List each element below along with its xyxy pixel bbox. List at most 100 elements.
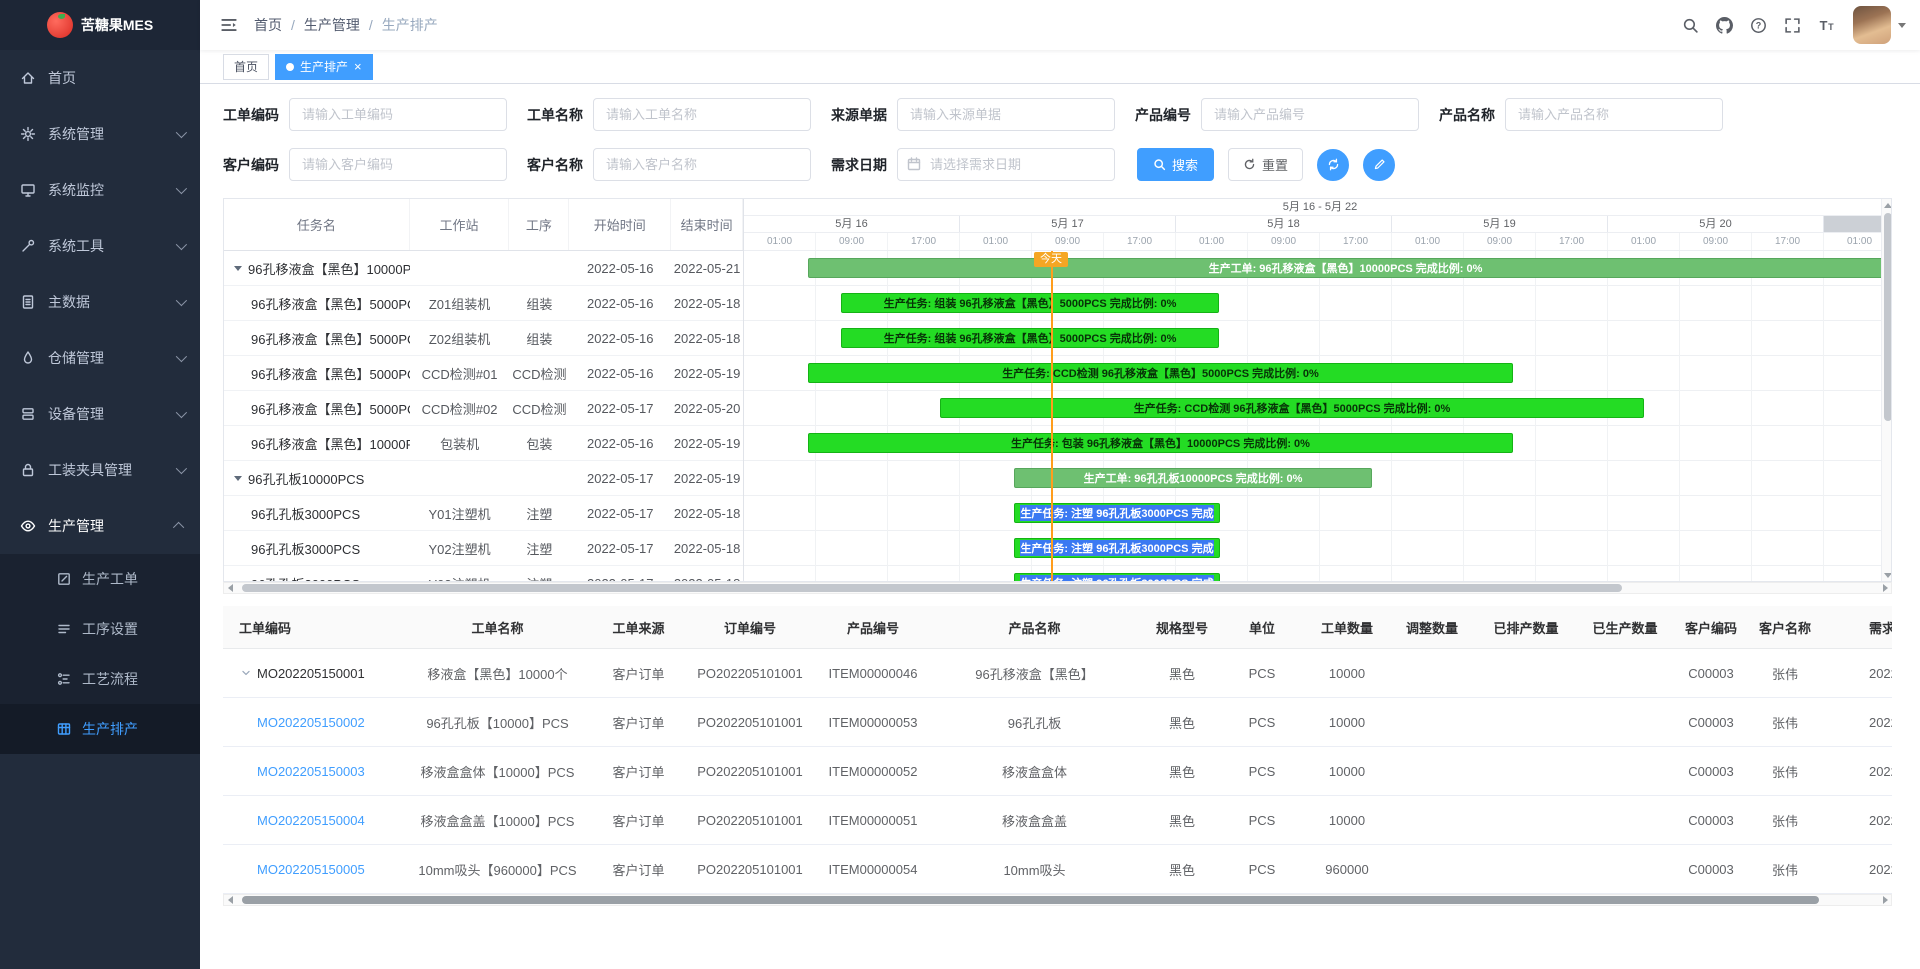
gantt-bar-label: 生产工单: 96孔孔板10000PCS 完成比例: 0% bbox=[1084, 470, 1303, 486]
fullscreen-icon[interactable] bbox=[1777, 10, 1807, 40]
gantt-task-row[interactable]: 96孔移液盒【黑色】10000PCS包装机包装2022-05-162022-05… bbox=[224, 426, 743, 461]
sidebar-item-process-flow[interactable]: 工艺流程 bbox=[0, 654, 200, 704]
gantt-task-bar[interactable]: 生产任务: CCD检测 96孔移液盒【黑色】5000PCS 完成比例: 0% bbox=[808, 363, 1513, 383]
sidebar-item-label: 工装夹具管理 bbox=[48, 460, 164, 480]
work-order-code-input[interactable] bbox=[289, 98, 507, 131]
cell-product: 移液盒盒盖 bbox=[918, 811, 1151, 830]
scroll-thumb[interactable] bbox=[242, 896, 1819, 904]
edit-circle-button[interactable] bbox=[1363, 149, 1395, 181]
scroll-thumb[interactable] bbox=[1884, 213, 1892, 421]
gantt-horizontal-scrollbar[interactable] bbox=[223, 582, 1892, 594]
sidebar-item-warehouse[interactable]: 仓储管理 bbox=[0, 330, 200, 386]
sidebar-item-system-tools[interactable]: 系统工具 bbox=[0, 218, 200, 274]
gantt-time-cell: 01:00 bbox=[1392, 233, 1464, 250]
gantt-task-bar[interactable]: 生产任务: CCD检测 96孔移液盒【黑色】5000PCS 完成比例: 0% bbox=[940, 398, 1644, 418]
expand-triangle-icon[interactable] bbox=[234, 266, 242, 271]
task-workstation: Y03注塑机 bbox=[410, 574, 510, 582]
gantt-project-row[interactable]: 96孔孔板10000PCS2022-05-172022-05-19 bbox=[224, 461, 743, 496]
scroll-left-arrow[interactable] bbox=[224, 582, 236, 594]
filter-field-product-name: 产品名称 bbox=[1439, 98, 1723, 131]
font-size-icon[interactable]: TT bbox=[1811, 10, 1841, 40]
cell-qty: 10000 bbox=[1311, 813, 1383, 828]
product-name-input[interactable] bbox=[1505, 98, 1723, 131]
task-workstation: CCD检测#01 bbox=[410, 364, 510, 383]
gantt-project-row[interactable]: 96孔移液盒【黑色】10000PCS2022-05-162022-05-21 bbox=[224, 251, 743, 286]
user-menu[interactable] bbox=[1853, 6, 1906, 44]
sidebar-item-production[interactable]: 生产管理 bbox=[0, 498, 200, 554]
home-icon bbox=[20, 70, 36, 86]
tab-close-icon[interactable]: × bbox=[354, 60, 362, 73]
gantt-task-bar[interactable]: 生产任务: 组装 96孔移液盒【黑色】5000PCS 完成比例: 0% bbox=[841, 328, 1219, 348]
sidebar-item-process-settings[interactable]: 工序设置 bbox=[0, 604, 200, 654]
table-row[interactable]: MO202205150003移液盒盒体【10000】PCS客户订单PO20220… bbox=[223, 747, 1892, 796]
sidebar-item-master-data[interactable]: 主数据 bbox=[0, 274, 200, 330]
sidebar-item-system-admin[interactable]: 系统管理 bbox=[0, 106, 200, 162]
source-doc-input[interactable] bbox=[897, 98, 1115, 131]
gantt-task-row[interactable]: 96孔孔板3000PCSY03注塑机注塑2022-05-172022-05-18 bbox=[224, 566, 743, 581]
task-end-time: 2022-05-20 bbox=[671, 401, 743, 416]
gantt-task-row[interactable]: 96孔移液盒【黑色】5000PCSCCD检测#02CCD检测2022-05-17… bbox=[224, 391, 743, 426]
scroll-up-arrow[interactable] bbox=[1882, 199, 1892, 211]
table-row[interactable]: MO202205150001移液盒【黑色】10000个客户订单PO2022051… bbox=[223, 649, 1892, 698]
sidebar-item-fixture[interactable]: 工装夹具管理 bbox=[0, 442, 200, 498]
sidebar-item-home[interactable]: 首页 bbox=[0, 50, 200, 106]
customer-name-input[interactable] bbox=[593, 148, 811, 181]
gantt-task-row[interactable]: 96孔孔板3000PCSY01注塑机注塑2022-05-172022-05-18 bbox=[224, 496, 743, 531]
demand-date-input[interactable] bbox=[897, 148, 1115, 181]
scroll-left-arrow[interactable] bbox=[224, 894, 236, 906]
work-order-code-link[interactable]: MO202205150002 bbox=[257, 715, 365, 730]
tab-home[interactable]: 首页 bbox=[223, 54, 269, 80]
page-content: 工单编码工单名称来源单据产品编号产品名称 客户编码客户名称需求日期 搜索 重置 bbox=[200, 84, 1920, 969]
table-row[interactable]: MO20220515000510mm吸头【960000】PCS客户订单PO202… bbox=[223, 845, 1892, 894]
work-order-name-input[interactable] bbox=[593, 98, 811, 131]
gantt-task-row[interactable]: 96孔孔板3000PCSY02注塑机注塑2022-05-172022-05-18 bbox=[224, 531, 743, 566]
scroll-track[interactable] bbox=[236, 582, 1879, 594]
tab-production-scheduling[interactable]: 生产排产 × bbox=[275, 54, 373, 80]
app-logo[interactable]: 苦糖果MES bbox=[0, 0, 200, 50]
sidebar-item-production-scheduling[interactable]: 生产排产 bbox=[0, 704, 200, 754]
table-row[interactable]: MO202205150004移液盒盒盖【10000】PCS客户订单PO20220… bbox=[223, 796, 1892, 845]
breadcrumb-home[interactable]: 首页 bbox=[254, 15, 282, 35]
gantt-project-bar[interactable]: 生产工单: 96孔孔板10000PCS 完成比例: 0% bbox=[1014, 468, 1372, 488]
gantt-task-bar[interactable]: 生产任务: 注塑 96孔孔板3000PCS 完成 bbox=[1014, 503, 1220, 523]
gantt-task-row[interactable]: 96孔移液盒【黑色】5000PCSZ01组装机组装2022-05-162022-… bbox=[224, 286, 743, 321]
github-icon[interactable] bbox=[1709, 10, 1739, 40]
gantt-task-row[interactable]: 96孔移液盒【黑色】5000PCSZ02组装机组装2022-05-162022-… bbox=[224, 321, 743, 356]
sidebar-item-equipment[interactable]: 设备管理 bbox=[0, 386, 200, 442]
sidebar-item-label: 生产工单 bbox=[82, 569, 138, 589]
hamburger-icon[interactable] bbox=[216, 12, 242, 38]
breadcrumb-production-management[interactable]: 生产管理 bbox=[304, 15, 360, 35]
scroll-down-arrow[interactable] bbox=[1882, 569, 1892, 581]
search-icon[interactable] bbox=[1675, 10, 1705, 40]
work-order-code-link[interactable]: MO202205150003 bbox=[257, 764, 365, 779]
gantt-task-bar[interactable]: 生产任务: 包装 96孔移液盒【黑色】10000PCS 完成比例: 0% bbox=[808, 433, 1513, 453]
row-expand-caret-icon[interactable] bbox=[239, 666, 253, 680]
gantt-task-bar[interactable]: 生产任务: 注塑 96孔孔板3000PCS 完成 bbox=[1014, 573, 1220, 581]
scroll-right-arrow[interactable] bbox=[1879, 894, 1891, 906]
scroll-right-arrow[interactable] bbox=[1879, 582, 1891, 594]
gantt-task-row[interactable]: 96孔移液盒【黑色】5000PCSCCD检测#01CCD检测2022-05-16… bbox=[224, 356, 743, 391]
work-order-code-link[interactable]: MO202205150001 bbox=[257, 666, 365, 681]
gantt-project-bar[interactable]: 生产工单: 96孔移液盒【黑色】10000PCS 完成比例: 0% bbox=[808, 258, 1881, 278]
refresh-circle-button[interactable] bbox=[1317, 149, 1349, 181]
work-order-code-link[interactable]: MO202205150005 bbox=[257, 862, 365, 877]
table-horizontal-scrollbar[interactable] bbox=[223, 894, 1892, 906]
avatar[interactable] bbox=[1853, 6, 1891, 44]
scroll-track[interactable] bbox=[236, 894, 1879, 906]
reset-button[interactable]: 重置 bbox=[1228, 148, 1303, 181]
gantt-task-bar[interactable]: 生产任务: 注塑 96孔孔板3000PCS 完成 bbox=[1014, 538, 1220, 558]
work-order-code-link[interactable]: MO202205150004 bbox=[257, 813, 365, 828]
customer-code-input[interactable] bbox=[289, 148, 507, 181]
gantt-vertical-scrollbar[interactable] bbox=[1881, 199, 1892, 581]
sidebar-item-system-monitor[interactable]: 系统监控 bbox=[0, 162, 200, 218]
table-row[interactable]: MO20220515000296孔孔板【10000】PCS客户订单PO20220… bbox=[223, 698, 1892, 747]
help-icon[interactable]: ? bbox=[1743, 10, 1773, 40]
gantt-task-bar[interactable]: 生产任务: 组装 96孔移液盒【黑色】5000PCS 完成比例: 0% bbox=[841, 293, 1219, 313]
scroll-track[interactable] bbox=[1882, 211, 1892, 569]
product-code-input[interactable] bbox=[1201, 98, 1419, 131]
search-button[interactable]: 搜索 bbox=[1137, 148, 1214, 181]
expand-triangle-icon[interactable] bbox=[234, 476, 242, 481]
cell-spec: 黑色 bbox=[1151, 664, 1213, 683]
scroll-thumb[interactable] bbox=[242, 584, 1622, 592]
sidebar-item-work-order[interactable]: 生产工单 bbox=[0, 554, 200, 604]
